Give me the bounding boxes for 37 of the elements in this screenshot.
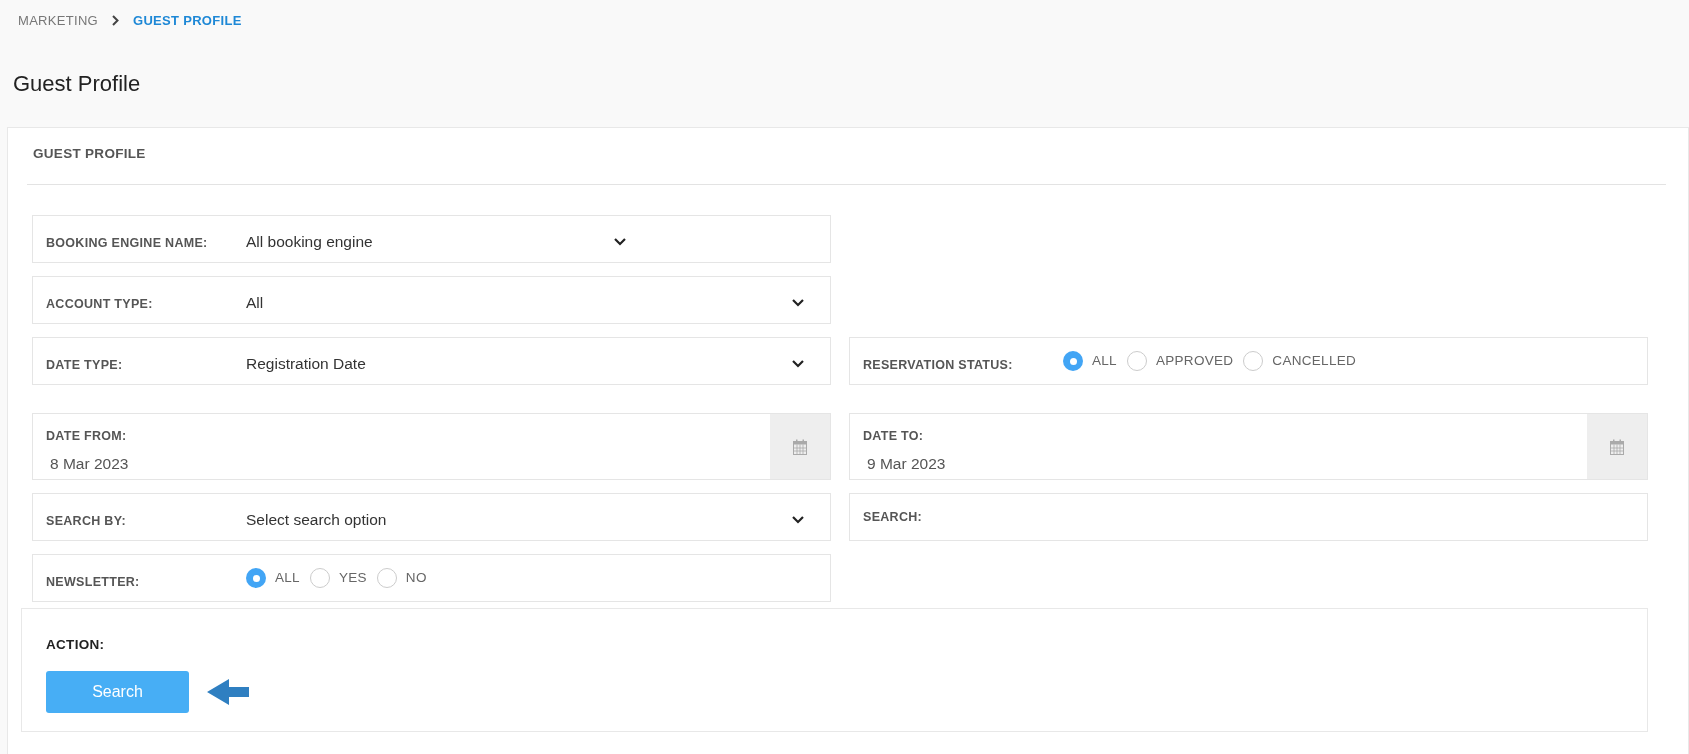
field-label: NEWSLETTER: [46,575,140,589]
calendar-button[interactable] [770,414,830,479]
breadcrumb-link[interactable]: GUEST PROFILE [133,10,242,31]
chevron-down-icon [792,359,804,368]
radio-option[interactable]: YES [309,568,367,589]
field-label: RESERVATION STATUS: [863,358,1013,372]
search-field[interactable]: SEARCH: [849,493,1648,541]
chevron-right-icon [112,15,119,26]
breadcrumb-link[interactable]: MARKETING [18,10,98,31]
field-label: DATE FROM: [46,428,128,445]
field-label: DATE TO: [863,428,925,445]
arrow-left-icon [207,678,249,707]
calendar-icon [793,438,807,455]
radio-option[interactable]: ALL [1063,351,1117,372]
radio-option[interactable]: APPROVED [1126,351,1234,372]
field-label: ACCOUNT TYPE: [46,297,153,311]
chevron-down-icon [792,515,804,524]
radio-option[interactable]: ALL [246,568,300,589]
date-field[interactable]: 8 Mar 2023 [46,451,770,475]
field-label: SEARCH: [863,509,923,526]
field-label: BOOKING ENGINE NAME: [46,236,208,250]
date-field[interactable]: 9 Mar 2023 [863,451,1587,475]
select-dropdown[interactable]: Registration Date [246,352,830,376]
calendar-icon [1610,438,1624,455]
field-label: DATE TYPE: [46,358,123,372]
radio-option[interactable]: CANCELLED [1243,351,1357,372]
radio-option[interactable]: NO [376,568,427,589]
select-dropdown[interactable]: All [246,291,830,315]
action-label: ACTION: [46,636,106,654]
card-title: GUEST PROFILE [33,144,146,163]
chevron-down-icon [614,237,626,246]
select-dropdown[interactable]: Select search option [246,508,830,532]
calendar-button[interactable] [1587,414,1647,479]
chevron-down-icon [792,298,804,307]
field-label: SEARCH BY: [46,514,126,528]
select-dropdown[interactable]: All booking engine [246,230,626,254]
page-title: Guest Profile [12,70,142,98]
